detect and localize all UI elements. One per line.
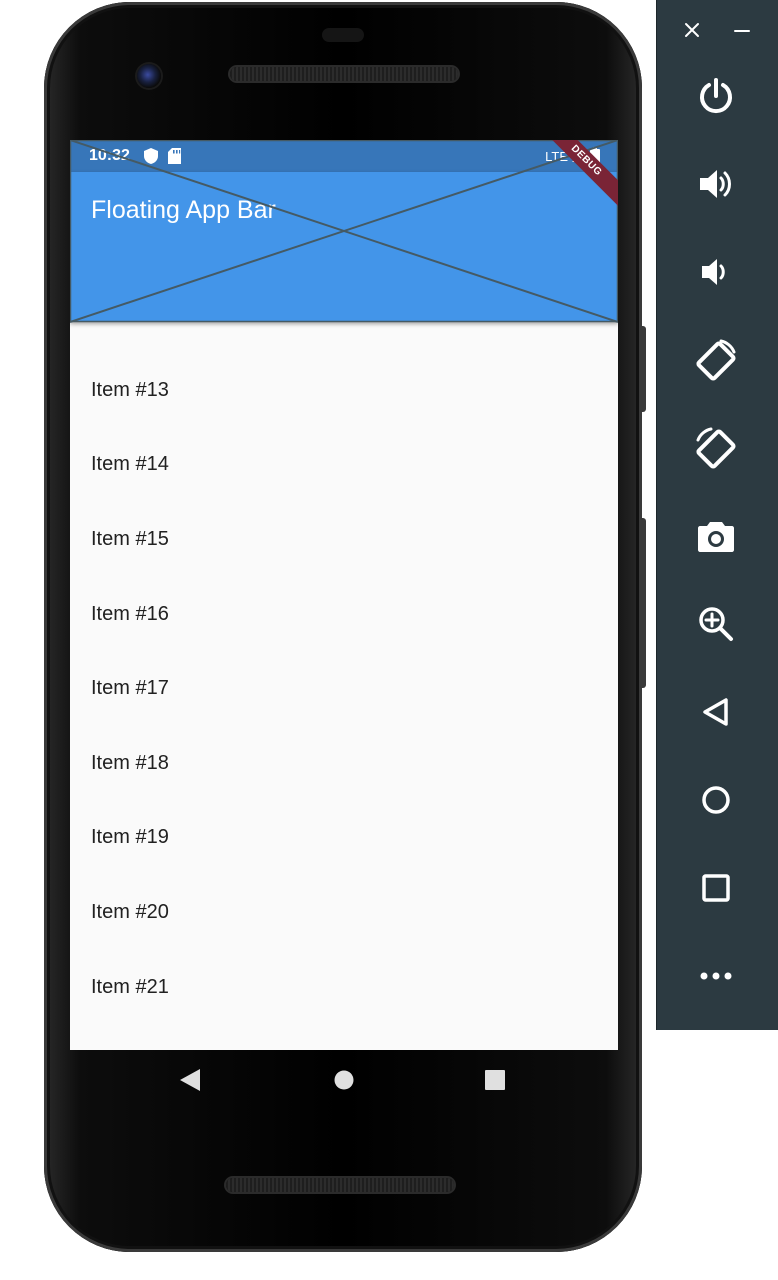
home-icon bbox=[334, 1070, 354, 1095]
minimize-button[interactable] bbox=[730, 18, 754, 42]
power-button[interactable] bbox=[694, 74, 738, 118]
rotate-right-button[interactable] bbox=[694, 426, 738, 470]
camera-icon bbox=[698, 522, 734, 552]
list-item[interactable]: Item #14 bbox=[70, 428, 618, 503]
zoom-icon bbox=[699, 607, 733, 641]
nav-back-button[interactable] bbox=[178, 1068, 202, 1096]
back-icon bbox=[703, 698, 728, 726]
window-controls bbox=[656, 16, 778, 44]
screenshot-button[interactable] bbox=[694, 514, 738, 558]
list-item[interactable]: Item #21 bbox=[70, 950, 618, 1025]
close-icon bbox=[685, 23, 699, 37]
minimize-icon bbox=[734, 30, 750, 32]
back-button[interactable] bbox=[694, 690, 738, 734]
volume-up-button[interactable] bbox=[694, 162, 738, 206]
back-icon bbox=[180, 1068, 200, 1096]
more-icon bbox=[700, 972, 732, 980]
rotate-right-icon bbox=[696, 427, 736, 469]
overview-icon bbox=[702, 874, 730, 902]
zoom-button[interactable] bbox=[694, 602, 738, 646]
list-item[interactable]: Item #16 bbox=[70, 577, 618, 652]
volume-up-icon bbox=[700, 170, 731, 198]
close-button[interactable] bbox=[680, 18, 704, 42]
device-screen: 10:32 LTE Floating App Bar DEBUG Item #1… bbox=[70, 140, 618, 1050]
power-icon bbox=[700, 78, 732, 114]
list-item[interactable]: Item #15 bbox=[70, 502, 618, 577]
rotate-left-icon bbox=[696, 339, 736, 381]
placeholder-widget bbox=[70, 140, 618, 323]
phone-power-key bbox=[640, 326, 646, 412]
overview-button[interactable] bbox=[694, 866, 738, 910]
home-button[interactable] bbox=[694, 778, 738, 822]
nav-home-button[interactable] bbox=[332, 1070, 356, 1094]
item-list[interactable]: Item #13 Item #14 Item #15 Item #16 Item… bbox=[70, 353, 618, 1024]
home-icon bbox=[702, 786, 730, 814]
rotate-left-button[interactable] bbox=[694, 338, 738, 382]
android-nav-bar bbox=[70, 1052, 618, 1112]
list-item[interactable]: Item #19 bbox=[70, 801, 618, 876]
emulator-toolbar bbox=[656, 0, 778, 1030]
phone-volume-key bbox=[640, 518, 646, 688]
list-item[interactable]: Item #20 bbox=[70, 875, 618, 950]
more-button[interactable] bbox=[694, 954, 738, 998]
nav-overview-button[interactable] bbox=[483, 1069, 507, 1095]
overview-icon bbox=[485, 1069, 505, 1095]
volume-down-icon bbox=[702, 259, 725, 285]
bottom-speaker bbox=[226, 1178, 454, 1192]
front-camera bbox=[137, 64, 161, 88]
list-item[interactable]: Item #17 bbox=[70, 651, 618, 726]
list-item[interactable]: Item #18 bbox=[70, 726, 618, 801]
volume-down-button[interactable] bbox=[694, 250, 738, 294]
list-item[interactable]: Item #13 bbox=[70, 353, 618, 428]
emulator-window: 10:32 LTE Floating App Bar DEBUG Item #1… bbox=[0, 0, 778, 1280]
earpiece-speaker bbox=[230, 67, 458, 81]
proximity-sensor bbox=[322, 28, 364, 42]
